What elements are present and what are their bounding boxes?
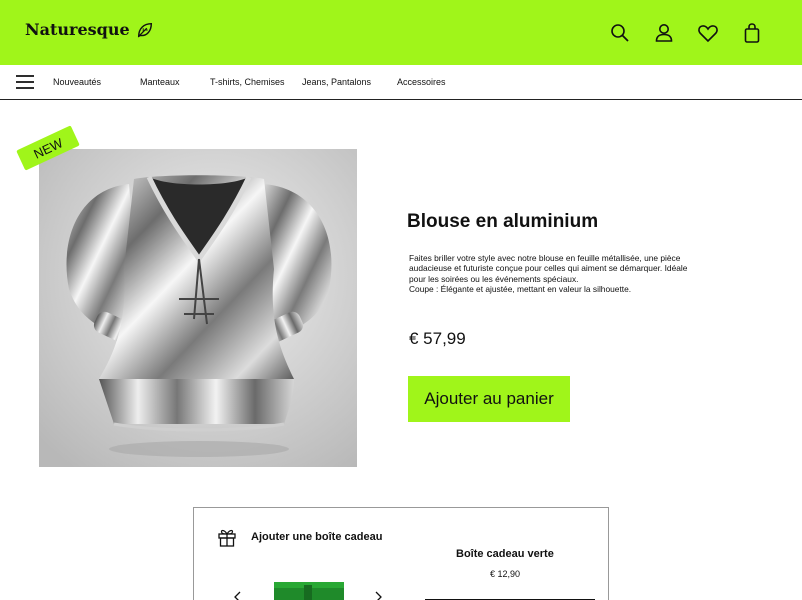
main-nav: Nouveautés Manteaux T-shirts, Chemises J… <box>0 65 802 100</box>
brand-logo[interactable]: Naturesque <box>25 20 154 39</box>
brand-name: Naturesque <box>25 20 130 39</box>
bag-icon[interactable] <box>740 21 764 45</box>
product-description: Faites briller votre style avec notre bl… <box>409 253 689 294</box>
nav-item-accessoires[interactable]: Accessoires <box>397 77 446 87</box>
gift-item-name: Boîte cadeau verte <box>456 548 554 560</box>
chevron-right-icon[interactable] <box>372 591 384 600</box>
product-image[interactable] <box>39 149 357 467</box>
nav-item-jeans[interactable]: Jeans, Pantalons <box>302 77 371 87</box>
heart-icon[interactable] <box>696 21 720 45</box>
leaf-icon <box>137 22 152 37</box>
header-actions <box>598 21 774 45</box>
gift-item-price: € 12,90 <box>490 569 521 579</box>
nav-item-tshirts[interactable]: T-shirts, Chemises <box>210 77 285 87</box>
user-icon[interactable] <box>652 21 676 45</box>
site-header: Naturesque <box>0 0 802 65</box>
gift-box-image[interactable] <box>274 582 344 600</box>
nav-item-nouveautes[interactable]: Nouveautés <box>53 77 101 87</box>
gift-box-panel: Ajouter une boîte cadeau Boîte cadeau ve… <box>193 507 609 600</box>
product-price: € 57,99 <box>409 329 466 348</box>
hamburger-menu-icon[interactable] <box>16 74 34 90</box>
product-title: Blouse en aluminium <box>407 211 599 232</box>
search-icon[interactable] <box>608 21 632 45</box>
gift-box-title[interactable]: Ajouter une boîte cadeau <box>251 531 382 543</box>
description-fit: Coupe : Élégante et ajustée, mettant en … <box>409 283 632 294</box>
add-to-cart-button[interactable]: Ajouter au panier <box>408 376 570 422</box>
chevron-left-icon[interactable] <box>232 591 244 600</box>
nav-item-manteaux[interactable]: Manteaux <box>140 77 180 87</box>
gift-icon <box>218 529 236 547</box>
description-paragraph: Faites briller votre style avec notre bl… <box>409 253 688 284</box>
